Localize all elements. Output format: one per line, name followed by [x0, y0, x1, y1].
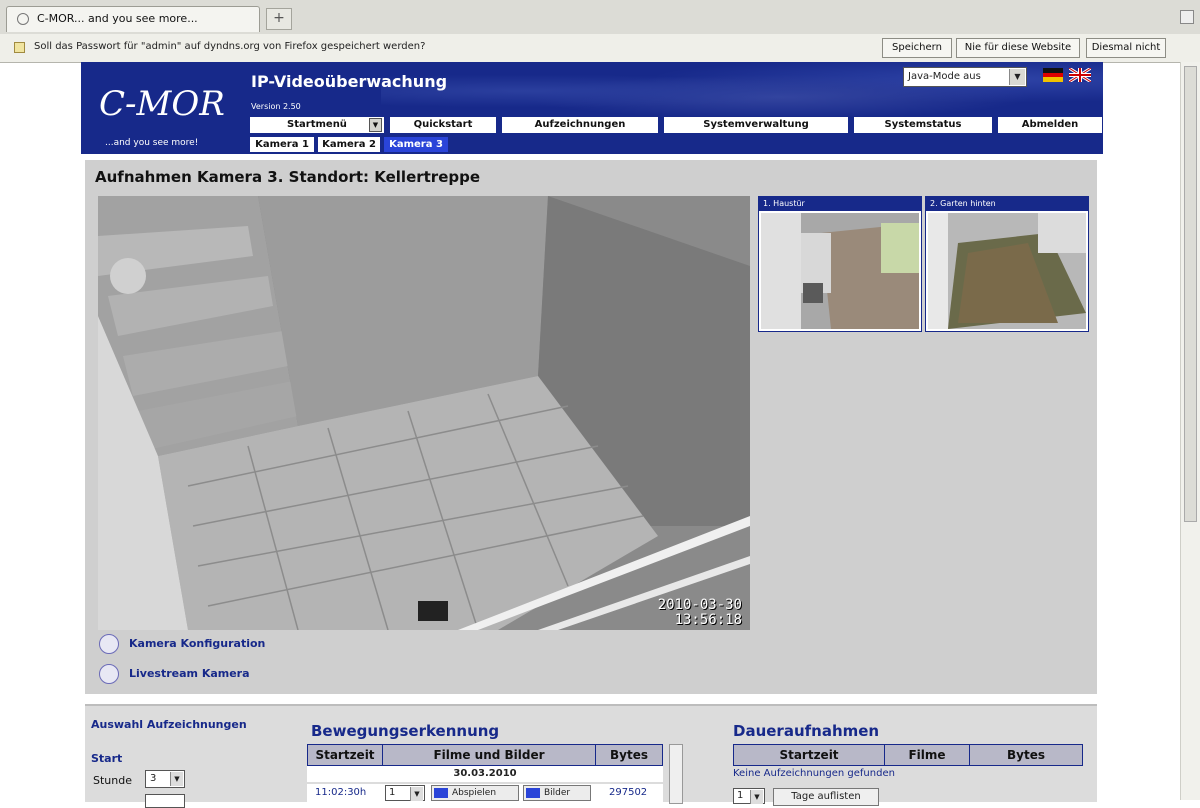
- date-row: 30.03.2010: [307, 766, 663, 782]
- column-header: Filme und Bilder: [383, 745, 596, 765]
- app-title: IP-Videoüberwachung: [251, 72, 448, 91]
- nav-system-status[interactable]: Systemstatus: [853, 116, 993, 134]
- tab-camera-1[interactable]: Kamera 1: [249, 136, 315, 153]
- camera-scene: [98, 196, 750, 630]
- tab-camera-3[interactable]: Kamera 3: [383, 136, 449, 153]
- browser-tab[interactable]: C-MOR... and you see more...: [6, 6, 260, 32]
- java-mode-select[interactable]: Java-Mode aus ▼: [903, 67, 1027, 87]
- nav-startmenu-label: Startmenü: [287, 119, 347, 130]
- nav-recordings[interactable]: Aufzeichnungen: [501, 116, 659, 134]
- play-label: Abspielen: [452, 788, 497, 798]
- tab-camera-2[interactable]: Kamera 2: [317, 136, 381, 153]
- video-icon: [99, 664, 119, 684]
- day-count-select[interactable]: 1 ▼: [733, 788, 765, 804]
- table-row: 11:02:30h 1 ▼ Abspielen Bilder 297502: [307, 784, 663, 802]
- german-flag-icon[interactable]: [1043, 68, 1063, 82]
- table-header: Startzeit Filme und Bilder Bytes: [307, 744, 663, 766]
- chevron-down-icon: ▼: [750, 790, 763, 804]
- password-notification-bar: Soll das Passwort für "admin" auf dyndns…: [0, 34, 1200, 63]
- camera-config-label: Kamera Konfiguration: [129, 637, 266, 650]
- hour-label: Stunde: [93, 774, 132, 787]
- thumbnail-camera-1[interactable]: 1. Haustür: [758, 196, 922, 332]
- timestamp-date: 2010-03-30: [657, 597, 742, 613]
- list-days-button[interactable]: Tage auflisten: [773, 788, 879, 806]
- row-start-time: 11:02:30h: [315, 787, 367, 798]
- main-nav: Startmenü ▼ Quickstart Aufzeichnungen Sy…: [249, 116, 1103, 134]
- images-button[interactable]: Bilder: [523, 785, 591, 801]
- never-save-button[interactable]: Nie für diese Website: [956, 38, 1080, 58]
- recordings-panel: Auswahl Aufzeichnungen Start Stunde 3 ▼ …: [85, 704, 1097, 808]
- logo-tagline: ...and you see more!: [105, 138, 199, 148]
- minute-select[interactable]: [145, 794, 185, 808]
- image-icon: [526, 788, 540, 798]
- browser-tab-title: C-MOR... and you see more...: [37, 12, 198, 25]
- recordings-selection-title: Auswahl Aufzeichnungen: [91, 718, 247, 731]
- thumbnail-label: 1. Haustür: [759, 197, 921, 211]
- chevron-down-icon: ▼: [1009, 69, 1025, 85]
- expand-icon: ▼: [369, 118, 382, 132]
- motion-detection-title: Bewegungserkennung: [311, 722, 500, 740]
- column-header: Startzeit: [308, 745, 383, 765]
- start-label: Start: [91, 752, 123, 765]
- nav-quickstart[interactable]: Quickstart: [389, 116, 497, 134]
- scrollbar-thumb[interactable]: [1184, 66, 1197, 522]
- file-select-value: 1: [389, 787, 396, 798]
- app-version: Version 2.50: [251, 102, 301, 111]
- play-button[interactable]: Abspielen: [431, 785, 519, 801]
- logo: C-MOR: [99, 84, 225, 124]
- chevron-down-icon: ▼: [410, 787, 423, 801]
- thumbnail-label: 2. Garten hinten: [926, 197, 1088, 211]
- row-bytes: 297502: [609, 787, 648, 798]
- not-now-button[interactable]: Diesmal nicht: [1086, 38, 1166, 58]
- thumbnail-image: [761, 213, 919, 329]
- images-label: Bilder: [544, 788, 571, 798]
- day-count-value: 1: [737, 790, 744, 801]
- page-scrollbar[interactable]: [1180, 62, 1200, 800]
- java-mode-value: Java-Mode aus: [908, 71, 981, 82]
- nav-startmenu[interactable]: Startmenü ▼: [249, 116, 385, 134]
- column-header: Bytes: [610, 748, 648, 762]
- thumbnail-camera-2[interactable]: 2. Garten hinten: [925, 196, 1089, 332]
- camera-image[interactable]: 2010-03-30 13:56:18: [98, 196, 750, 630]
- new-tab-button[interactable]: +: [266, 8, 292, 30]
- nav-logout[interactable]: Abmelden: [997, 116, 1103, 134]
- motion-table-scrollbar[interactable]: [669, 744, 683, 804]
- app-header: C-MOR ...and you see more! IP-Videoüberw…: [81, 62, 1103, 154]
- column-header: Startzeit: [734, 745, 885, 765]
- no-recordings-text: Keine Aufzeichnungen gefunden: [733, 768, 895, 779]
- file-select[interactable]: 1 ▼: [385, 785, 425, 801]
- table-header: Startzeit Filme Bytes: [733, 744, 1083, 766]
- column-header: Bytes: [1007, 748, 1045, 762]
- column-header: Filme: [885, 745, 970, 765]
- nav-system-admin[interactable]: Systemverwaltung: [663, 116, 849, 134]
- browser-tab-bar: C-MOR... and you see more... +: [0, 0, 1200, 35]
- loading-icon: [17, 13, 29, 25]
- window-menu-icon[interactable]: [1180, 10, 1194, 24]
- camera-timestamp: 2010-03-30 13:56:18: [658, 598, 742, 628]
- livestream-label: Livestream Kamera: [129, 667, 250, 680]
- play-icon: [434, 788, 448, 798]
- notification-text: Soll das Passwort für "admin" auf dyndns…: [34, 41, 426, 52]
- english-flag-icon[interactable]: [1069, 68, 1091, 82]
- camera-panel: Aufnahmen Kamera 3. Standort: Kellertrep…: [85, 160, 1097, 694]
- chevron-down-icon: ▼: [170, 772, 183, 786]
- hour-select[interactable]: 3 ▼: [145, 770, 185, 788]
- timestamp-time: 13:56:18: [674, 612, 742, 628]
- save-password-button[interactable]: Speichern: [882, 38, 952, 58]
- continuous-recordings-title: Daueraufnahmen: [733, 722, 880, 740]
- settings-icon: [99, 634, 119, 654]
- page-title: Aufnahmen Kamera 3. Standort: Kellertrep…: [95, 168, 481, 186]
- key-icon: [14, 42, 25, 53]
- hour-value: 3: [150, 773, 157, 784]
- thumbnail-image: [928, 213, 1086, 329]
